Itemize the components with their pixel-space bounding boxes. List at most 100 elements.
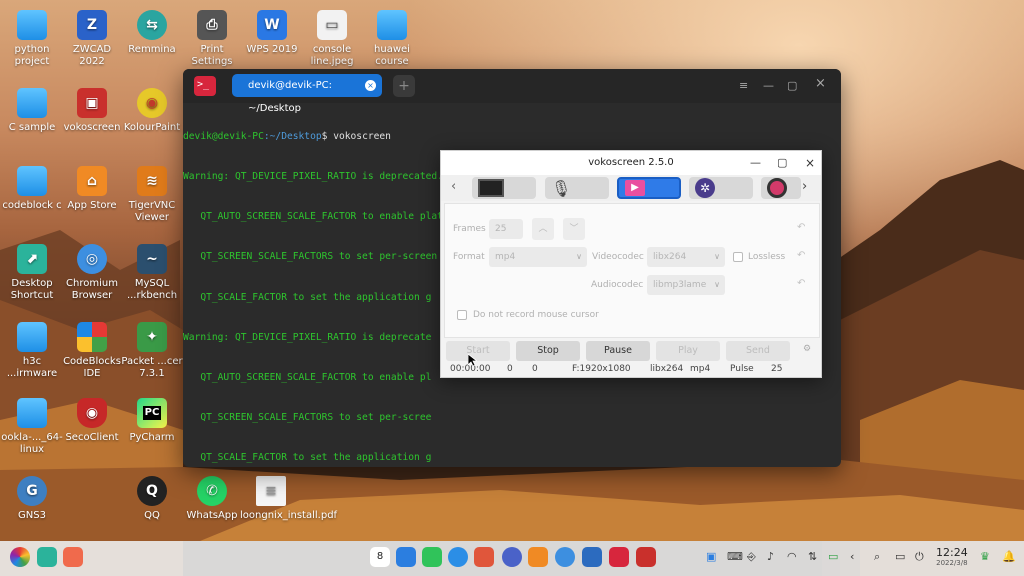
desktop-icon-mysql-workbench[interactable]: ~ MySQL ...rkbench xyxy=(121,244,183,302)
pause-button[interactable]: Pause xyxy=(586,341,650,361)
sound-icon[interactable]: ♪ xyxy=(767,550,774,563)
video-play-icon: ▶ xyxy=(625,180,645,196)
desktop-icon-vokoscreen[interactable]: ▣ vokoscreen xyxy=(61,88,123,134)
desktop-icon-codeblock-c[interactable]: codeblock c xyxy=(1,166,63,212)
vokoscreen-taskbar-icon[interactable] xyxy=(636,547,656,567)
wifi-icon[interactable]: ◠ xyxy=(787,550,797,563)
tab-settings[interactable]: ✲ xyxy=(689,177,753,199)
notification-icon[interactable]: 🔔 xyxy=(1002,550,1016,563)
file-manager-icon[interactable] xyxy=(396,547,416,567)
frames-down-button[interactable]: ﹀ xyxy=(563,218,585,240)
close-icon[interactable]: × xyxy=(805,151,815,175)
tray-status-icon[interactable]: ♛ xyxy=(980,550,990,563)
new-tab-button[interactable]: + xyxy=(393,75,415,97)
desktop-icon-packet-tracer[interactable]: ✦ Packet ...cer 7.3.1 xyxy=(121,322,183,380)
desktop-icon-wps[interactable]: W WPS 2019 xyxy=(241,10,303,56)
zwcad-icon: Z xyxy=(77,10,107,40)
terminal-taskbar-icon[interactable] xyxy=(609,547,629,567)
reset-codec-icon[interactable]: ↶ xyxy=(797,250,805,261)
minimize-icon[interactable]: — xyxy=(750,151,761,175)
reset-frames-icon[interactable]: ↶ xyxy=(797,222,805,233)
no-mouse-checkbox[interactable] xyxy=(457,310,467,320)
clock[interactable]: 12:24 2022/3/8 xyxy=(936,546,968,567)
terminal-line: QT_SCREEN_SCALE_FACTORS to set per-scree xyxy=(183,412,432,424)
desktop-icon-zwcad[interactable]: Z ZWCAD 2022 xyxy=(61,10,123,68)
terminal-titlebar[interactable]: >_ devik@devik-PC: ~/Desktop × + ≡ — ▢ × xyxy=(183,69,841,114)
play-button[interactable]: Play xyxy=(656,341,720,361)
keyboard-icon[interactable]: ⌨ xyxy=(727,550,743,563)
vokoscreen-window[interactable]: vokoscreen 2.5.0 — ▢ × ‹ 🎙 ▶ ✲ › Frames … xyxy=(440,150,822,378)
expand-tray-icon[interactable]: ‹ xyxy=(850,550,854,563)
desktop-icon-chromium[interactable]: ◎ Chromium Browser xyxy=(61,244,123,302)
tab-screen[interactable] xyxy=(472,177,536,199)
desktop-icon-ookla[interactable]: ookla-..._64-linux xyxy=(1,398,63,456)
desktop-icon-console-line[interactable]: ▭ console line.jpeg xyxy=(301,10,363,68)
maximize-icon[interactable]: ▢ xyxy=(777,151,787,175)
desktop-icon-codeblocks-ide[interactable]: CodeBlocks IDE xyxy=(61,322,123,380)
maximize-icon[interactable]: ▢ xyxy=(787,79,797,92)
videocodec-select[interactable]: libx264 ∨ xyxy=(647,247,725,267)
remmina-icon: ⇆ xyxy=(137,10,167,40)
tab-audio[interactable]: 🎙 xyxy=(545,177,609,199)
browser-icon[interactable] xyxy=(448,547,468,567)
desktop-icon-whatsapp[interactable]: ✆ WhatsApp xyxy=(181,476,243,522)
workspace-icon[interactable] xyxy=(63,547,83,567)
desktop-icon-qq[interactable]: Q QQ xyxy=(121,476,183,522)
network-icon[interactable]: ⇅ xyxy=(808,550,817,563)
frames-spinbox[interactable]: 25 xyxy=(489,219,523,239)
desktop-icon-python-project[interactable]: python project xyxy=(1,10,63,68)
tray-app-icon[interactable]: ▣ xyxy=(706,550,716,563)
tab-video[interactable]: ▶ xyxy=(617,177,681,199)
menu-icon[interactable]: ≡ xyxy=(739,79,748,92)
scroll-left-icon[interactable]: ‹ xyxy=(451,179,456,194)
settings-gear-icon[interactable]: ⚙ xyxy=(803,344,811,354)
shortcut-icon: ⬈ xyxy=(17,244,47,274)
start-button[interactable]: Start xyxy=(446,341,510,361)
vokoscreen-titlebar[interactable]: vokoscreen 2.5.0 — ▢ × xyxy=(441,151,821,175)
microphone-icon: 🎙 xyxy=(551,178,572,198)
power-icon[interactable]: ⏻ xyxy=(915,550,924,564)
stop-button[interactable]: Stop xyxy=(516,341,580,361)
terminal-tab[interactable]: devik@devik-PC: ~/Desktop × xyxy=(232,74,382,114)
minimize-icon[interactable]: — xyxy=(763,79,774,92)
multitask-view-icon[interactable] xyxy=(37,547,57,567)
battery-icon[interactable]: ▭ xyxy=(828,550,838,563)
launcher-icon[interactable] xyxy=(10,547,30,567)
desktop-icon-h3c-firmware[interactable]: h3c ...irmware xyxy=(1,322,63,380)
frames-up-button[interactable]: ︿ xyxy=(532,218,554,240)
desktop-icon-app-store[interactable]: ⌂ App Store xyxy=(61,166,123,212)
remote-icon[interactable] xyxy=(582,547,602,567)
close-tab-icon[interactable]: × xyxy=(365,80,376,91)
calendar-icon[interactable]: 8 xyxy=(370,547,390,567)
scroll-right-icon[interactable]: › xyxy=(802,179,807,194)
chromium-taskbar-icon[interactable] xyxy=(555,547,575,567)
search-icon[interactable]: ⌕ xyxy=(874,550,880,564)
desktop-icon-kolourpaint[interactable]: ◉ KolourPaint xyxy=(121,88,183,134)
app-store-icon[interactable] xyxy=(528,547,548,567)
music-icon[interactable] xyxy=(422,547,442,567)
desktop-icon-gns3[interactable]: G GNS3 xyxy=(1,476,63,522)
desktop-icon-pycharm[interactable]: PC PyCharm xyxy=(121,398,183,444)
send-button[interactable]: Send xyxy=(726,341,790,361)
terminal-line: QT_SCALE_FACTOR to set the application g xyxy=(183,452,432,464)
desktop-icon-huawei-course[interactable]: huawei course xyxy=(361,10,423,68)
desktop-icon-loongnix-pdf[interactable]: ≡ loongnix_install.pdf xyxy=(240,476,337,522)
reset-audiocodec-icon[interactable]: ↶ xyxy=(797,278,805,289)
desktop-icon-tigervnc[interactable]: ≋ TigerVNC Viewer xyxy=(121,166,183,224)
desktop-icon-print-settings[interactable]: ⎙ Print Settings xyxy=(181,10,243,68)
status-fps: 25 xyxy=(771,364,783,374)
close-icon[interactable]: × xyxy=(815,76,826,91)
lossless-checkbox[interactable] xyxy=(733,252,743,262)
desktop-icon-secoclient[interactable]: ◉ SecoClient xyxy=(61,398,123,444)
audiocodec-select[interactable]: libmp3lame ∨ xyxy=(647,275,725,295)
image-viewer-icon[interactable] xyxy=(474,547,494,567)
settings-icon[interactable] xyxy=(502,547,522,567)
desktop-icon-desktop-shortcut[interactable]: ⬈ Desktop Shortcut xyxy=(1,244,63,302)
format-select[interactable]: mp4 ∨ xyxy=(489,247,587,267)
gns3-icon: G xyxy=(17,476,47,506)
desktop-icon-c-sample[interactable]: C sample xyxy=(1,88,63,134)
display-icon[interactable]: ▭ xyxy=(895,550,905,563)
tab-webcam[interactable] xyxy=(761,177,801,199)
usb-icon[interactable]: ⎆ xyxy=(747,550,756,564)
desktop-icon-remmina[interactable]: ⇆ Remmina xyxy=(121,10,183,56)
